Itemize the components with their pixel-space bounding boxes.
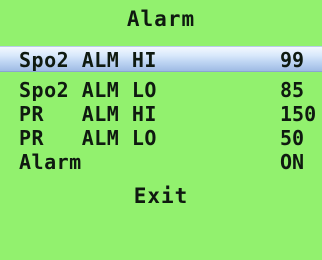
menu-item-spo2-alarm-high[interactable]: Spo2 ALM HI 99 — [0, 46, 322, 72]
menu-item-pr-alarm-low[interactable]: PR ALM LO 50 — [0, 125, 322, 151]
menu-item-value: 50 — [280, 126, 305, 150]
menu-item-value: 99 — [280, 48, 305, 72]
exit-button[interactable]: Exit — [0, 183, 322, 209]
menu-item-pr-alarm-high[interactable]: PR ALM HI 150 — [0, 101, 322, 127]
menu-item-label: Spo2 ALM LO — [19, 78, 157, 102]
menu-title: Alarm — [126, 7, 196, 31]
menu-item-value: 150 — [280, 102, 317, 126]
menu-item-label: PR ALM HI — [19, 102, 157, 126]
menu-item-alarm-toggle[interactable]: Alarm ON — [0, 149, 322, 175]
menu-item-label: Spo2 ALM HI — [19, 48, 157, 72]
menu-item-value: ON — [280, 150, 305, 174]
menu-item-value: 85 — [280, 78, 305, 102]
menu-item-label: Alarm — [19, 150, 82, 174]
alarm-menu-screen: Alarm Spo2 ALM HI 99 Spo2 ALM LO 85 PR A… — [0, 0, 322, 260]
menu-item-label: PR ALM LO — [19, 126, 157, 150]
menu-item-spo2-alarm-low[interactable]: Spo2 ALM LO 85 — [0, 77, 322, 103]
